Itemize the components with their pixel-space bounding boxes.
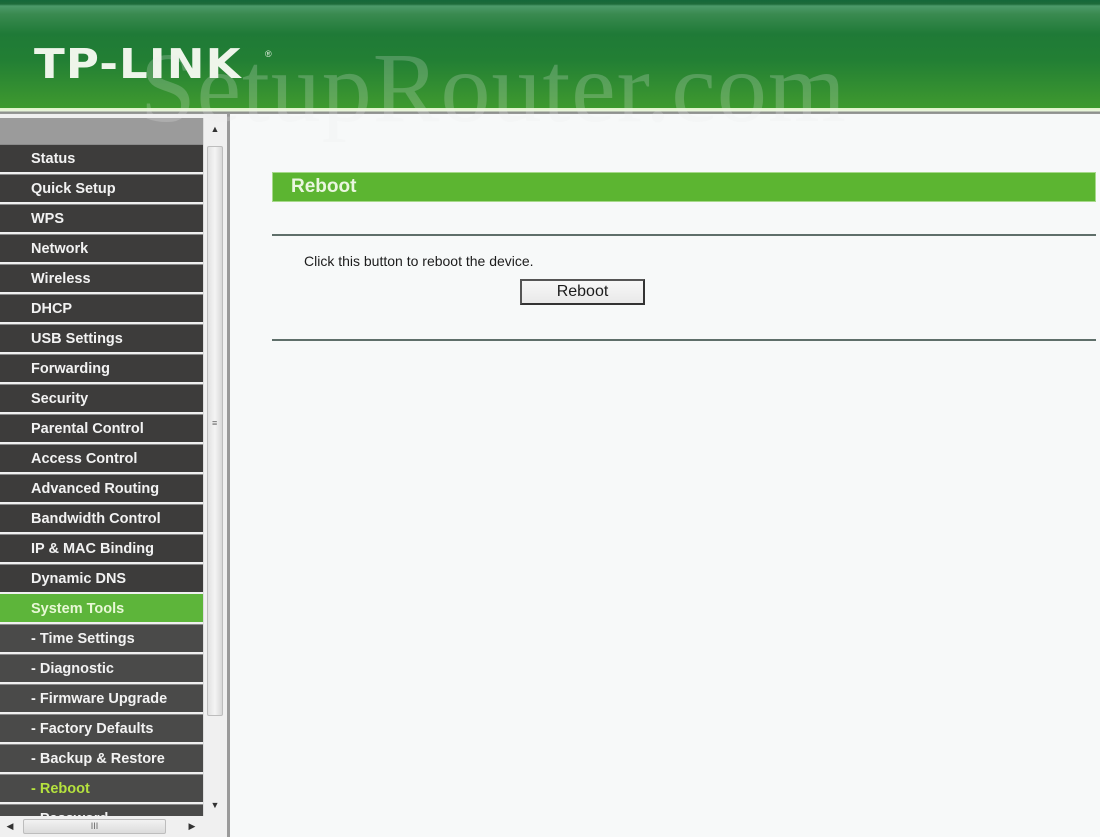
sidebar-item-time-settings[interactable]: - Time Settings: [0, 624, 203, 652]
sidebar-item-firmware-upgrade[interactable]: - Firmware Upgrade: [0, 684, 203, 712]
scroll-right-icon[interactable]: ▶: [182, 816, 202, 837]
sidebar-horizontal-scrollbar[interactable]: ◀ III ▶: [0, 816, 203, 837]
sidebar-top-bar: [0, 118, 203, 144]
reboot-button[interactable]: Reboot: [520, 279, 645, 305]
sidebar-item-bandwidth-control[interactable]: Bandwidth Control: [0, 504, 203, 532]
sidebar-item-ip-and-mac-binding[interactable]: IP & MAC Binding: [0, 534, 203, 562]
sidebar-frame: Status Quick Setup WPS Network Wireless DHCP U…: [0, 114, 230, 837]
sidebar-item-status[interactable]: Status: [0, 144, 203, 172]
sidebar-item-security[interactable]: Security: [0, 384, 203, 412]
sidebar-item-advanced-routing[interactable]: Advanced Routing: [0, 474, 203, 502]
reboot-description: Click this button to reboot the device.: [304, 253, 534, 269]
sidebar-item-forwarding[interactable]: Forwarding: [0, 354, 203, 382]
sidebar-item-dynamic-dns[interactable]: Dynamic DNS: [0, 564, 203, 592]
sidebar-item-system-tools[interactable]: System Tools: [0, 594, 203, 622]
scroll-down-icon[interactable]: ▼: [204, 794, 226, 816]
page-title: Reboot: [272, 172, 1096, 202]
sidebar-item-wireless[interactable]: Wireless: [0, 264, 203, 292]
sidebar-item-wps[interactable]: WPS: [0, 204, 203, 232]
vertical-scroll-thumb[interactable]: ≡: [207, 146, 223, 716]
sidebar-item-network[interactable]: Network: [0, 234, 203, 262]
grip-icon: ≡: [212, 418, 218, 428]
divider-bottom: [272, 339, 1096, 341]
sidebar-item-usb-settings[interactable]: USB Settings: [0, 324, 203, 352]
main-content: Reboot Click this button to reboot the d…: [233, 114, 1100, 837]
divider-top: [272, 234, 1096, 236]
sidebar-item-dhcp[interactable]: DHCP: [0, 294, 203, 322]
header-banner: TP-LINK ®: [0, 0, 1100, 112]
sidebar-menu: Status Quick Setup WPS Network Wireless DHCP U…: [0, 144, 203, 816]
scroll-left-icon[interactable]: ◀: [0, 816, 20, 837]
sidebar-item-quick-setup[interactable]: Quick Setup: [0, 174, 203, 202]
scroll-up-icon[interactable]: ▲: [204, 118, 226, 140]
sidebar-vertical-scrollbar[interactable]: ▲ ≡ ▼: [203, 118, 226, 816]
sidebar-item-password[interactable]: - Password: [0, 804, 203, 816]
sidebar-item-backup-and-restore[interactable]: - Backup & Restore: [0, 744, 203, 772]
sidebar-item-access-control[interactable]: Access Control: [0, 444, 203, 472]
horizontal-scroll-thumb[interactable]: III: [23, 819, 166, 834]
sidebar-item-diagnostic[interactable]: - Diagnostic: [0, 654, 203, 682]
registered-mark: ®: [265, 49, 272, 59]
tp-link-logo: TP-LINK: [34, 40, 242, 88]
sidebar-item-factory-defaults[interactable]: - Factory Defaults: [0, 714, 203, 742]
sidebar-item-parental-control[interactable]: Parental Control: [0, 414, 203, 442]
sidebar-item-reboot[interactable]: - Reboot: [0, 774, 203, 802]
